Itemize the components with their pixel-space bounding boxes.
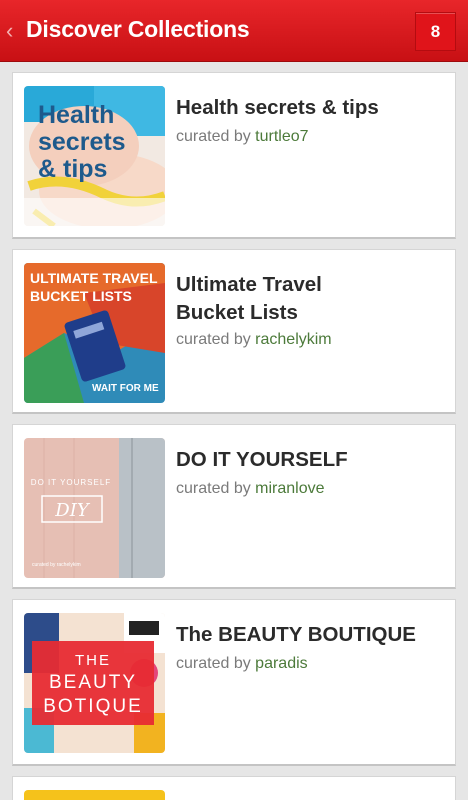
thumb-line-3: curated by rachelykim [32,562,81,568]
thumb-line-1: ULTIMATE TRAVEL [30,270,158,286]
collection-curator: curated by rachelykim [176,331,332,349]
health-thumbnail-image: Health secrets & tips [24,86,165,226]
curated-by-label: curated by [176,128,251,145]
thumb-line-2: DIY [54,500,91,521]
collection-thumbnail [24,790,165,800]
collection-count-badge[interactable]: 8 [415,12,456,51]
thumb-line-1: THE [75,652,111,669]
collection-card-travel[interactable]: ULTIMATE TRAVEL BUCKET LISTS WAIT FOR ME… [12,249,456,414]
curator-name[interactable]: paradis [255,655,307,672]
curated-by-label: curated by [176,331,251,348]
collection-curator: curated by turtleo7 [176,128,309,146]
travel-thumbnail-image: ULTIMATE TRAVEL BUCKET LISTS WAIT FOR ME [24,263,165,403]
curator-name[interactable]: turtleo7 [255,128,308,145]
partial-thumbnail-image [24,790,165,800]
thumb-line-3: BOTIQUE [43,696,143,717]
collection-thumbnail: DO IT YOURSELF DIY curated by rachelykim [24,438,165,578]
thumb-line-1: Health [38,101,114,129]
collection-curator: curated by miranlove [176,480,325,498]
page-title[interactable]: Discover Collections [26,16,250,43]
collection-title: Health secrets & tips [176,96,379,119]
collection-card-health[interactable]: Health secrets & tips Health secrets & t… [12,72,456,239]
thumb-line-2: BEAUTY [49,672,137,693]
collection-card-partial[interactable] [12,776,456,800]
curator-name[interactable]: rachelykim [255,331,331,348]
collection-thumbnail: THE BEAUTY BOTIQUE [24,613,165,753]
beauty-thumbnail-image: THE BEAUTY BOTIQUE [24,613,165,753]
thumb-line-3: & tips [38,155,107,183]
collection-card-diy[interactable]: DO IT YOURSELF DIY curated by rachelykim… [12,424,456,589]
thumb-line-2: BUCKET LISTS [30,288,132,304]
collection-thumbnail: ULTIMATE TRAVEL BUCKET LISTS WAIT FOR ME [24,263,165,403]
collection-card-beauty[interactable]: THE BEAUTY BOTIQUE The BEAUTY BOUTIQUE c… [12,599,456,766]
curator-name[interactable]: miranlove [255,480,324,497]
collection-title: Ultimate Travel Bucket Lists [176,273,322,324]
collection-title: The BEAUTY BOUTIQUE [176,623,416,646]
thumb-line-3: WAIT FOR ME [92,383,159,394]
thumb-line-1: DO IT YOURSELF [31,478,111,487]
collection-thumbnail: Health secrets & tips [24,86,165,226]
curated-by-label: curated by [176,655,251,672]
collection-title: DO IT YOURSELF [176,448,348,471]
chevron-left-icon[interactable]: ‹ [6,18,20,44]
top-bar: ‹ Discover Collections 8 [0,0,468,62]
thumb-line-2: secrets [38,128,126,156]
curated-by-label: curated by [176,480,251,497]
diy-thumbnail-image: DO IT YOURSELF DIY curated by rachelykim [24,438,165,578]
collection-curator: curated by paradis [176,655,308,673]
